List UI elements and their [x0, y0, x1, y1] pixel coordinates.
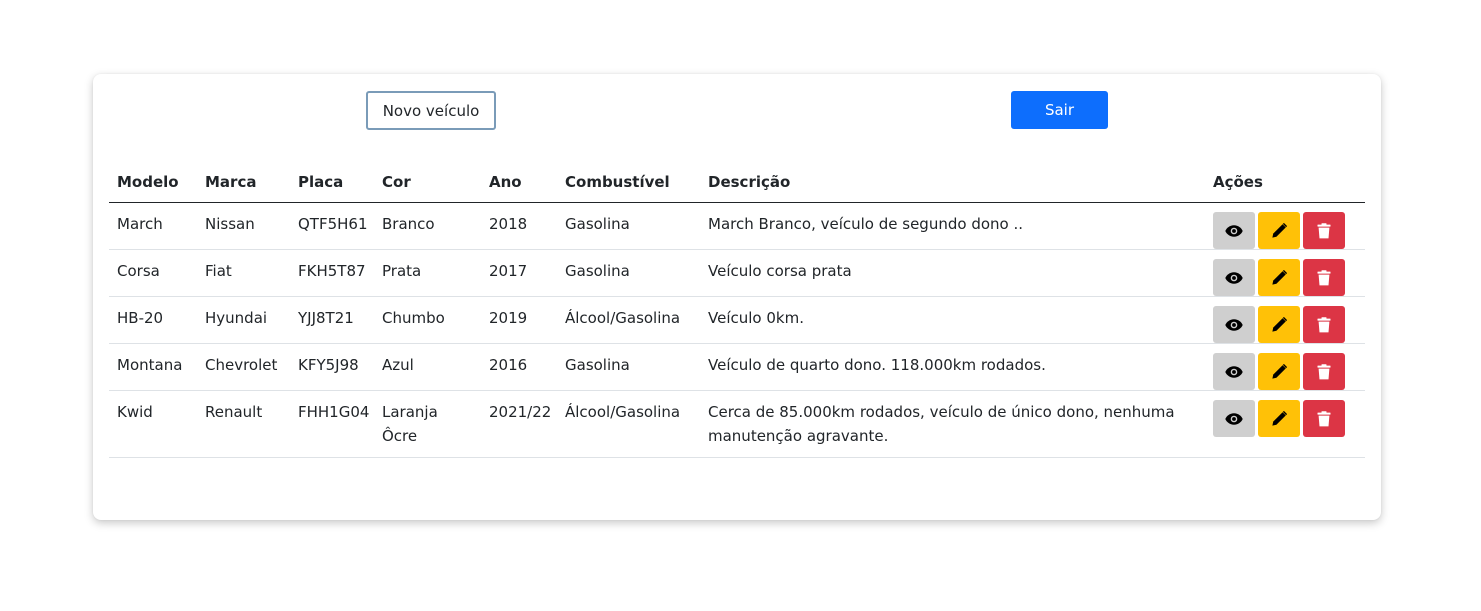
- table-body: March Nissan QTF5H61 Branco 2018 Gasolin…: [109, 202, 1365, 458]
- edit-button[interactable]: [1258, 353, 1300, 390]
- cell-modelo: Corsa: [109, 249, 197, 297]
- eye-icon: [1225, 224, 1243, 237]
- cell-marca: Hyundai: [197, 296, 290, 344]
- new-vehicle-button[interactable]: Novo veículo: [366, 91, 496, 130]
- column-header-descricao: Descrição: [700, 162, 1205, 203]
- cell-cor: Chumbo: [374, 296, 481, 344]
- view-button[interactable]: [1213, 400, 1255, 437]
- table-header-row: Modelo Marca Placa Cor Ano Combustível D…: [109, 162, 1365, 203]
- eye-icon: [1225, 412, 1243, 425]
- cell-placa: FHH1G04: [290, 390, 374, 458]
- view-button[interactable]: [1213, 306, 1255, 343]
- pencil-icon: [1272, 363, 1287, 379]
- cell-combustivel: Gasolina: [557, 249, 700, 297]
- table-row: March Nissan QTF5H61 Branco 2018 Gasolin…: [109, 202, 1365, 250]
- cell-cor: Laranja Ôcre: [374, 390, 481, 458]
- cell-actions: [1205, 390, 1365, 458]
- pencil-icon: [1272, 222, 1287, 238]
- edit-button[interactable]: [1258, 400, 1300, 437]
- delete-button[interactable]: [1303, 306, 1345, 343]
- cell-placa: FKH5T87: [290, 249, 374, 297]
- logout-button[interactable]: Sair: [1011, 91, 1108, 129]
- cell-actions: [1205, 296, 1365, 344]
- cell-marca: Fiat: [197, 249, 290, 297]
- cell-placa: QTF5H61: [290, 202, 374, 250]
- column-header-combustivel: Combustível: [557, 162, 700, 203]
- cell-marca: Nissan: [197, 202, 290, 250]
- cell-modelo: Kwid: [109, 390, 197, 458]
- cell-cor: Branco: [374, 202, 481, 250]
- cell-ano: 2018: [481, 202, 557, 250]
- delete-button[interactable]: [1303, 259, 1345, 296]
- view-button[interactable]: [1213, 353, 1255, 390]
- cell-ano: 2021/22: [481, 390, 557, 458]
- column-header-marca: Marca: [197, 162, 290, 203]
- vehicles-table: Modelo Marca Placa Cor Ano Combustível D…: [109, 162, 1365, 458]
- eye-icon: [1225, 365, 1243, 378]
- delete-button[interactable]: [1303, 400, 1345, 437]
- vehicles-card: Novo veículo Sair Modelo Marca Placa Cor…: [93, 74, 1381, 520]
- delete-button[interactable]: [1303, 353, 1345, 390]
- delete-button[interactable]: [1303, 212, 1345, 249]
- column-header-ano: Ano: [481, 162, 557, 203]
- trash-icon: [1317, 222, 1331, 238]
- pencil-icon: [1272, 269, 1287, 285]
- eye-icon: [1225, 318, 1243, 331]
- cell-cor: Azul: [374, 343, 481, 391]
- table-row: Kwid Renault FHH1G04 Laranja Ôcre 2021/2…: [109, 390, 1365, 458]
- cell-combustivel: Álcool/Gasolina: [557, 390, 700, 458]
- cell-combustivel: Gasolina: [557, 202, 700, 250]
- edit-button[interactable]: [1258, 212, 1300, 249]
- cell-cor: Prata: [374, 249, 481, 297]
- cell-placa: YJJ8T21: [290, 296, 374, 344]
- table-row: Corsa Fiat FKH5T87 Prata 2017 Gasolina V…: [109, 249, 1365, 297]
- cell-combustivel: Gasolina: [557, 343, 700, 391]
- view-button[interactable]: [1213, 259, 1255, 296]
- cell-descricao: Veículo corsa prata: [700, 249, 1205, 297]
- cell-descricao: Cerca de 85.000km rodados, veículo de ún…: [700, 390, 1205, 458]
- table-row: HB-20 Hyundai YJJ8T21 Chumbo 2019 Álcool…: [109, 296, 1365, 344]
- trash-icon: [1317, 316, 1331, 332]
- column-header-placa: Placa: [290, 162, 374, 203]
- column-header-cor: Cor: [374, 162, 481, 203]
- cell-ano: 2017: [481, 249, 557, 297]
- pencil-icon: [1272, 410, 1287, 426]
- trash-icon: [1317, 363, 1331, 379]
- cell-descricao: Veículo 0km.: [700, 296, 1205, 344]
- eye-icon: [1225, 271, 1243, 284]
- column-header-acoes: Ações: [1205, 162, 1365, 203]
- cell-modelo: Montana: [109, 343, 197, 391]
- cell-actions: [1205, 202, 1365, 250]
- cell-actions: [1205, 343, 1365, 391]
- cell-descricao: Veículo de quarto dono. 118.000km rodado…: [700, 343, 1205, 391]
- cell-descricao: March Branco, veículo de segundo dono ..: [700, 202, 1205, 250]
- cell-combustivel: Álcool/Gasolina: [557, 296, 700, 344]
- trash-icon: [1317, 410, 1331, 426]
- view-button[interactable]: [1213, 212, 1255, 249]
- cell-modelo: March: [109, 202, 197, 250]
- cell-modelo: HB-20: [109, 296, 197, 344]
- cell-actions: [1205, 249, 1365, 297]
- cell-placa: KFY5J98: [290, 343, 374, 391]
- cell-ano: 2016: [481, 343, 557, 391]
- cell-ano: 2019: [481, 296, 557, 344]
- edit-button[interactable]: [1258, 259, 1300, 296]
- trash-icon: [1317, 269, 1331, 285]
- cell-marca: Chevrolet: [197, 343, 290, 391]
- edit-button[interactable]: [1258, 306, 1300, 343]
- column-header-modelo: Modelo: [109, 162, 197, 203]
- cell-marca: Renault: [197, 390, 290, 458]
- pencil-icon: [1272, 316, 1287, 332]
- table-row: Montana Chevrolet KFY5J98 Azul 2016 Gaso…: [109, 343, 1365, 391]
